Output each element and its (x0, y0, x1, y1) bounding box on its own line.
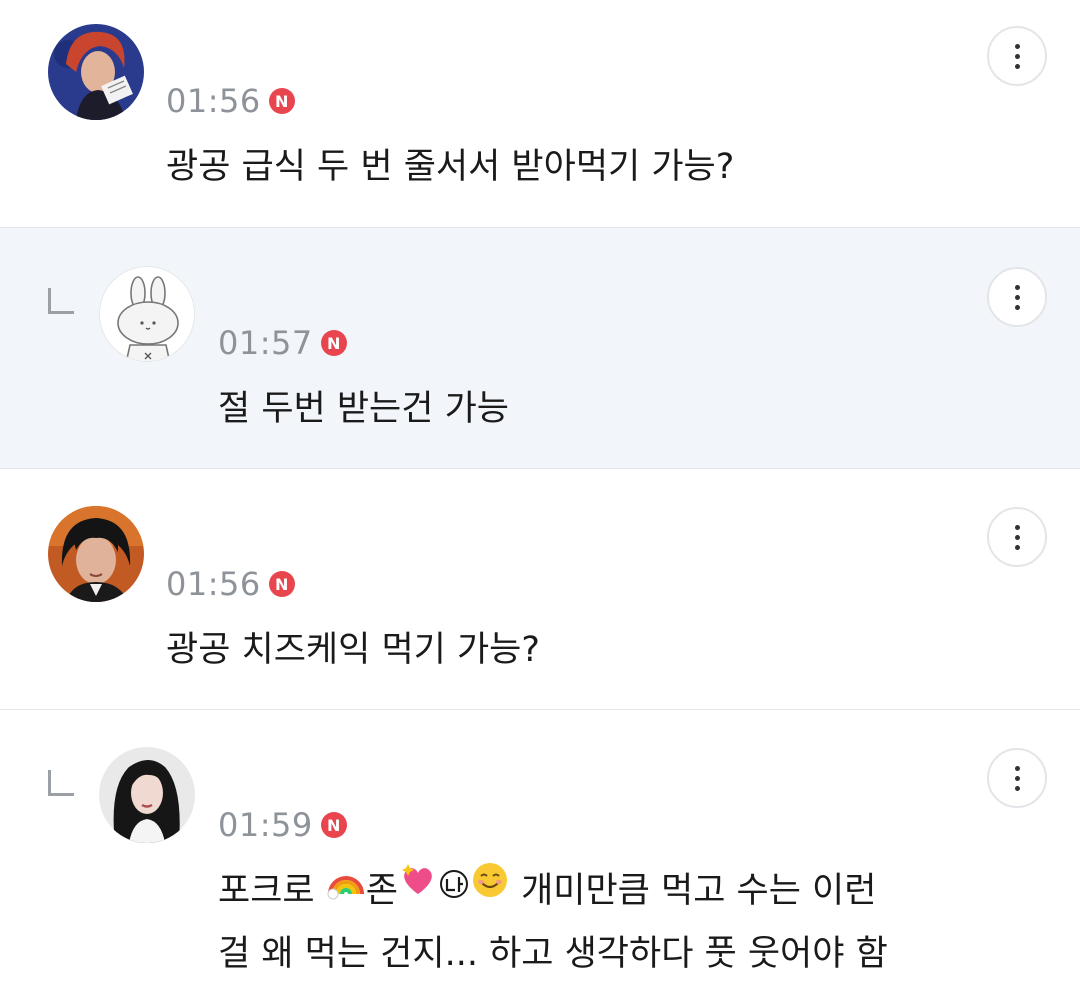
comment-meta: 01:57 N (218, 324, 347, 362)
more-vertical-icon[interactable] (987, 748, 1047, 808)
comment-meta: 01:59 N (218, 806, 347, 844)
rainbow-icon (326, 858, 366, 920)
sparkling-heart-icon (398, 858, 438, 920)
more-vertical-icon[interactable] (987, 267, 1047, 327)
comment-thread: 01:56 N 광공 급식 두 번 줄서서 받아먹기 가능? 01:57 N 절… (0, 0, 1080, 1000)
reply-item: 01:59 N 포크로 존 개미만큼 먹고 수는 이런 걸 왜 먹는 건지...… (0, 710, 1080, 1000)
comment-item: 01:56 N 광공 치즈케익 먹기 가능? (0, 469, 1080, 709)
comment-time: 01:57 (218, 324, 313, 362)
user-avatar[interactable] (99, 747, 195, 843)
comment-text-line: 걸 왜 먹는 건지... 하고 생각하다 풋 웃어야 함 (218, 934, 888, 974)
smiling-face-icon (470, 858, 510, 920)
new-badge-icon: N (320, 812, 347, 838)
circled-na-icon (438, 858, 470, 920)
new-badge-icon: N (268, 88, 295, 114)
comment-text: 광공 치즈케익 먹기 가능? (166, 630, 540, 670)
user-avatar[interactable] (48, 506, 144, 602)
new-badge-icon: N (320, 330, 347, 356)
more-vertical-icon[interactable] (987, 507, 1047, 567)
reply-arrow-icon (48, 770, 74, 796)
user-avatar[interactable] (48, 24, 144, 120)
comment-meta: 01:56 N (166, 82, 295, 120)
comment-time: 01:56 (166, 82, 261, 120)
user-avatar[interactable] (99, 266, 195, 362)
comment-text-segment: 개미만큼 먹고 수는 이런 (509, 871, 877, 911)
new-badge-icon: N (268, 571, 295, 597)
comment-meta: 01:56 N (166, 565, 295, 603)
comment-text: 광공 급식 두 번 줄서서 받아먹기 가능? (166, 147, 735, 187)
comment-text-segment: 포크로 (218, 871, 326, 911)
reply-arrow-icon (48, 288, 74, 314)
comment-time: 01:59 (218, 806, 313, 844)
comment-text: 포크로 존 개미만큼 먹고 수는 이런 걸 왜 먹는 건지... 하고 생각하다… (218, 860, 888, 985)
comment-time: 01:56 (166, 565, 261, 603)
comment-item: 01:56 N 광공 급식 두 번 줄서서 받아먹기 가능? (0, 0, 1080, 227)
comment-text-segment: 존 (365, 871, 398, 911)
more-vertical-icon[interactable] (987, 26, 1047, 86)
comment-text-line: 포크로 존 개미만큼 먹고 수는 이런 (218, 860, 888, 923)
reply-item: 01:57 N 절 두번 받는건 가능 (0, 228, 1080, 468)
comment-text: 절 두번 받는건 가능 (218, 389, 509, 429)
